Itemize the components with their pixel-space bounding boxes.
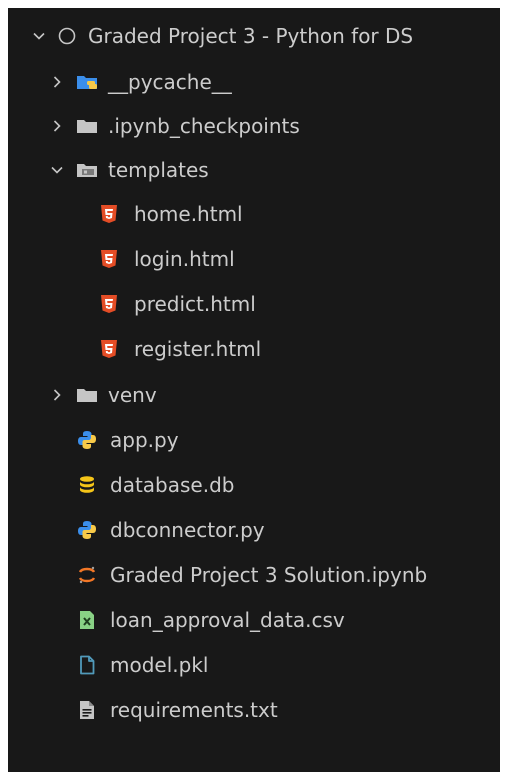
tree-item-label: database.db xyxy=(110,473,235,497)
html5-icon xyxy=(98,203,120,225)
tree-item-notebook[interactable]: Graded Project 3 Solution.ipynb xyxy=(8,553,500,597)
tree-item-ipynb-checkpoints[interactable]: .ipynb_checkpoints xyxy=(8,104,500,148)
explorer-root-label: Graded Project 3 - Python for DS xyxy=(88,24,414,48)
tree-item-home-html[interactable]: home.html xyxy=(8,192,500,236)
file-explorer: Graded Project 3 - Python for DS __pycac… xyxy=(8,8,500,772)
chevron-down-icon[interactable] xyxy=(48,161,66,179)
chevron-right-icon[interactable] xyxy=(48,73,66,91)
jupyter-icon xyxy=(76,564,98,586)
circle-icon xyxy=(56,25,78,47)
tree-item-predict-html[interactable]: predict.html xyxy=(8,282,500,326)
folder-icon xyxy=(76,384,98,406)
tree-item-label: requirements.txt xyxy=(110,698,278,722)
html5-icon xyxy=(98,248,120,270)
tree-item-register-html[interactable]: register.html xyxy=(8,327,500,371)
chevron-down-icon[interactable] xyxy=(30,27,48,45)
folder-icon xyxy=(76,115,98,137)
file-icon xyxy=(76,654,98,676)
text-file-icon xyxy=(76,699,98,721)
tree-item-label: app.py xyxy=(110,428,179,452)
tree-item-label: Graded Project 3 Solution.ipynb xyxy=(110,563,428,587)
tree-item-templates[interactable]: templates xyxy=(8,148,500,192)
csv-icon xyxy=(76,609,98,631)
chevron-right-icon[interactable] xyxy=(48,386,66,404)
tree-item-dbconnector-py[interactable]: dbconnector.py xyxy=(8,508,500,552)
tree-item-database-db[interactable]: database.db xyxy=(8,463,500,507)
tree-item-venv[interactable]: venv xyxy=(8,373,500,417)
python-icon xyxy=(76,519,98,541)
python-folder-icon xyxy=(76,71,98,93)
tree-item-model-pkl[interactable]: model.pkl xyxy=(8,643,500,687)
html5-icon xyxy=(98,293,120,315)
templates-folder-icon xyxy=(76,159,98,181)
tree-item-label: loan_approval_data.csv xyxy=(110,608,345,632)
html5-icon xyxy=(98,338,120,360)
tree-item-label: __pycache__ xyxy=(108,70,232,94)
tree-item-label: .ipynb_checkpoints xyxy=(108,114,300,138)
explorer-root[interactable]: Graded Project 3 - Python for DS xyxy=(8,14,500,58)
tree-item-label: login.html xyxy=(134,247,235,271)
chevron-right-icon[interactable] xyxy=(48,117,66,135)
tree-item-label: home.html xyxy=(134,202,243,226)
tree-item-label: model.pkl xyxy=(110,653,209,677)
tree-item-pycache[interactable]: __pycache__ xyxy=(8,60,500,104)
tree-item-label: venv xyxy=(108,383,157,407)
tree-item-label: predict.html xyxy=(134,292,256,316)
tree-item-csv[interactable]: loan_approval_data.csv xyxy=(8,598,500,642)
tree-item-label: register.html xyxy=(134,337,262,361)
database-icon xyxy=(76,474,98,496)
python-icon xyxy=(76,429,98,451)
tree-item-requirements-txt[interactable]: requirements.txt xyxy=(8,688,500,732)
tree-item-label: dbconnector.py xyxy=(110,518,265,542)
tree-item-label: templates xyxy=(108,158,209,182)
tree-item-login-html[interactable]: login.html xyxy=(8,237,500,281)
tree-item-app-py[interactable]: app.py xyxy=(8,418,500,462)
